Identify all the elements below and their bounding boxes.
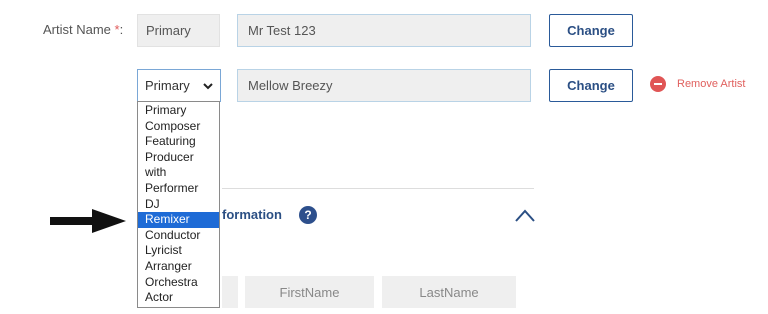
question-circle-icon[interactable]: ? <box>299 206 317 224</box>
role-dropdown-list: Primary Composer Featuring Producer with Perf… <box>137 101 220 308</box>
dropdown-option-performer[interactable]: Performer <box>138 181 219 197</box>
dropdown-option-featuring[interactable]: Featuring <box>138 134 219 150</box>
chevron-down-icon <box>203 83 213 90</box>
artist-name-label: Artist Name *: <box>43 22 124 37</box>
dropdown-option-primary[interactable]: Primary <box>138 103 219 119</box>
row1-change-button[interactable]: Change <box>549 14 633 47</box>
dropdown-option-producer[interactable]: Producer <box>138 150 219 166</box>
dropdown-option-remixer[interactable]: Remixer <box>138 212 219 228</box>
dropdown-option-actor[interactable]: Actor <box>138 290 219 306</box>
minus-circle-icon <box>650 76 666 92</box>
row2-artist-name-field[interactable]: Mellow Breezy <box>237 69 531 102</box>
dropdown-option-dj[interactable]: DJ <box>138 197 219 213</box>
dropdown-option-composer[interactable]: Composer <box>138 119 219 135</box>
first-name-field[interactable]: FirstName <box>245 276 374 308</box>
dropdown-option-orchestra[interactable]: Orchestra <box>138 275 219 291</box>
section-title: formation <box>222 207 282 222</box>
row1-artist-name-field[interactable]: Mr Test 123 <box>237 14 531 47</box>
remove-artist-button[interactable]: Remove Artist <box>650 76 745 92</box>
dropdown-option-arranger[interactable]: Arranger <box>138 259 219 275</box>
section-divider <box>222 188 534 189</box>
dropdown-option-with[interactable]: with <box>138 165 219 181</box>
title-field[interactable] <box>222 276 238 308</box>
chevron-up-icon[interactable] <box>514 208 536 224</box>
row2-change-button[interactable]: Change <box>549 69 633 102</box>
row2-role-select[interactable]: Primary <box>137 69 221 102</box>
dropdown-option-lyricist[interactable]: Lyricist <box>138 243 219 259</box>
arrow-right-icon <box>50 209 126 233</box>
row1-role-field: Primary <box>137 14 220 47</box>
remove-artist-label: Remove Artist <box>677 78 746 90</box>
last-name-field[interactable]: LastName <box>382 276 516 308</box>
dropdown-option-conductor[interactable]: Conductor <box>138 228 219 244</box>
